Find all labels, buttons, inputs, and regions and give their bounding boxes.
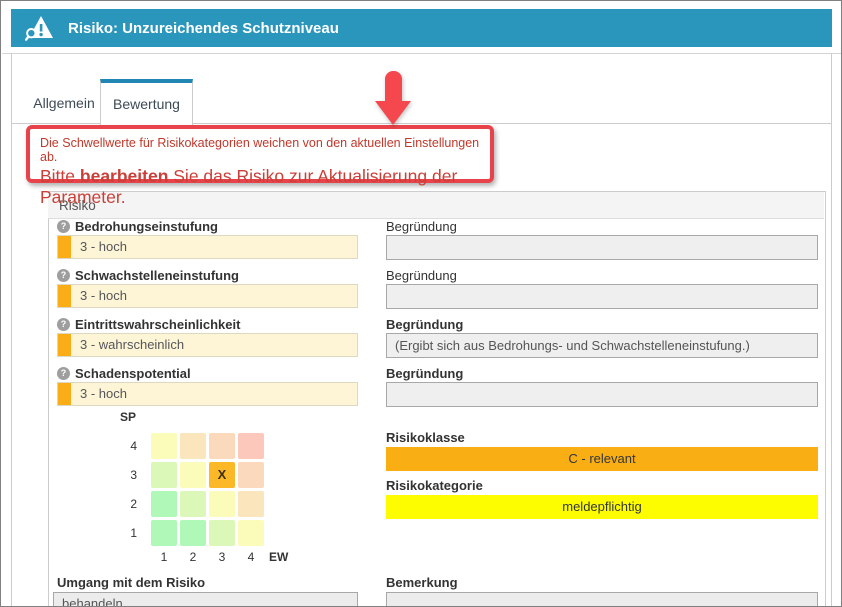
- matrix-cell: [180, 491, 206, 517]
- matrix-x-axis-label: EW: [269, 550, 288, 564]
- field-label-schadenspotential: ? Schadenspotential: [57, 365, 191, 381]
- matrix-cell: [209, 491, 235, 517]
- matrix-cell: [238, 462, 264, 488]
- risk-editor-window: Risiko: Unzureichendes Schutzniveau Allg…: [0, 0, 842, 607]
- reason-input-3[interactable]: (Ergibt sich aus Bedrohungs- und Schwach…: [386, 333, 818, 358]
- matrix-col-label: 3: [209, 550, 235, 564]
- field-label-text: Schwachstelleneinstufung: [75, 268, 239, 283]
- rating-value: 3 - hoch: [80, 236, 127, 258]
- reason-label-4: Begründung: [386, 366, 463, 381]
- matrix-cell: [209, 520, 235, 546]
- help-icon[interactable]: ?: [57, 269, 70, 282]
- rating-color-chip: [58, 236, 71, 258]
- field-label-text: Bedrohungseinstufung: [75, 219, 218, 234]
- field-label-text: Schadenspotential: [75, 366, 191, 381]
- matrix-col-label: 4: [238, 550, 264, 564]
- help-icon[interactable]: ?: [57, 220, 70, 233]
- rating-color-chip: [58, 285, 71, 307]
- matrix-cell: [151, 462, 177, 488]
- field-label-eintrittswahrscheinlichkeit: ? Eintrittswahrscheinlichkeit: [57, 316, 240, 332]
- annotation-warning-box: Die Schwellwerte für Risikokategorien we…: [26, 125, 494, 183]
- reason-label-1: Begründung: [386, 219, 457, 234]
- risk-warning-magnifier-icon: [25, 15, 54, 41]
- matrix-cell: [209, 433, 235, 459]
- matrix-cell: [151, 491, 177, 517]
- warning-line2-bold: bearbeiten: [80, 166, 169, 186]
- help-icon[interactable]: ?: [57, 367, 70, 380]
- matrix-col-labels: 1234: [151, 550, 267, 564]
- warning-line1: Die Schwellwerte für Risikokategorien we…: [40, 136, 480, 164]
- matrix-col-label: 2: [180, 550, 206, 564]
- window-title: Risiko: Unzureichendes Schutzniveau: [68, 20, 339, 37]
- rating-select-eintrittswahrscheinlichkeit[interactable]: 3 - wahrscheinlich: [57, 333, 358, 357]
- matrix-cell: [180, 433, 206, 459]
- matrix-row-labels: 4 3 2 1: [119, 433, 137, 549]
- rating-value: 3 - hoch: [80, 285, 127, 307]
- risk-matrix-grid: X: [151, 433, 264, 546]
- matrix-row-label: 1: [119, 520, 137, 546]
- risk-category-value: meldepflichtig: [386, 495, 818, 519]
- matrix-cell: [238, 520, 264, 546]
- rating-select-bedrohungseinstufung[interactable]: 3 - hoch: [57, 235, 358, 259]
- rating-color-chip: [58, 334, 71, 356]
- rating-select-schwachstelleneinstufung[interactable]: 3 - hoch: [57, 284, 358, 308]
- matrix-cell: [238, 491, 264, 517]
- tab-allgemein[interactable]: Allgemein: [28, 79, 100, 123]
- reason-label-2: Begründung: [386, 268, 457, 283]
- risk-category-label: Risikokategorie: [386, 478, 483, 493]
- reason-label-3: Begründung: [386, 317, 463, 332]
- rating-value: 3 - wahrscheinlich: [80, 334, 184, 356]
- matrix-cell-selected: X: [209, 462, 235, 488]
- matrix-row-label: 3: [119, 462, 137, 488]
- matrix-cell: [151, 433, 177, 459]
- matrix-cell: [180, 520, 206, 546]
- matrix-col-label: 1: [151, 550, 177, 564]
- warning-line2-prefix: Bitte: [40, 166, 80, 186]
- remark-label: Bemerkung: [386, 575, 458, 590]
- field-label-schwachstelleneinstufung: ? Schwachstelleneinstufung: [57, 267, 239, 283]
- remark-input[interactable]: [386, 592, 818, 607]
- warning-line2: Bitte bearbeiten Sie das Risiko zur Aktu…: [40, 166, 480, 208]
- matrix-row-label: 4: [119, 433, 137, 459]
- help-icon[interactable]: ?: [57, 318, 70, 331]
- matrix-cell: [238, 433, 264, 459]
- matrix-cell: [180, 462, 206, 488]
- field-label-text: Eintrittswahrscheinlichkeit: [75, 317, 240, 332]
- matrix-cell: [151, 520, 177, 546]
- reason-input-1[interactable]: [386, 235, 818, 260]
- rating-color-chip: [58, 383, 71, 405]
- treatment-label: Umgang mit dem Risiko: [57, 575, 205, 590]
- reason-input-2[interactable]: [386, 284, 818, 309]
- rating-value: 3 - hoch: [80, 383, 127, 405]
- rating-select-schadenspotential[interactable]: 3 - hoch: [57, 382, 358, 406]
- risk-class-value: C - relevant: [386, 447, 818, 471]
- field-label-bedrohungseinstufung: ? Bedrohungseinstufung: [57, 218, 218, 234]
- window-titlebar: Risiko: Unzureichendes Schutzniveau: [11, 9, 832, 47]
- treatment-select[interactable]: behandeln: [53, 592, 358, 607]
- risk-class-label: Risikoklasse: [386, 430, 465, 445]
- reason-input-4[interactable]: [386, 382, 818, 407]
- matrix-row-label: 2: [119, 491, 137, 517]
- matrix-y-axis-label: SP: [120, 410, 136, 424]
